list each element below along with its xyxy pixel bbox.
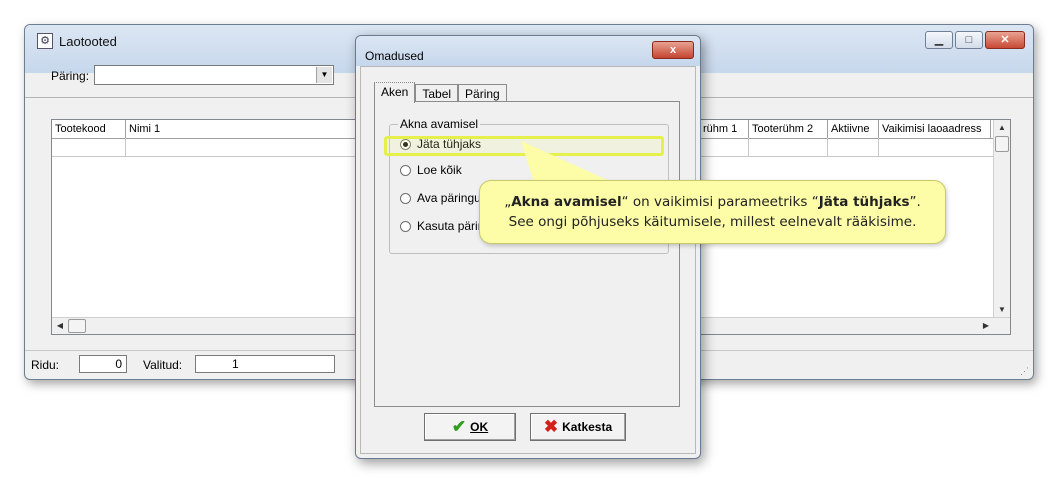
main-window-title: Laotooted — [59, 34, 117, 49]
tab-aken[interactable]: Aken — [374, 82, 416, 103]
table-cell[interactable] — [828, 138, 879, 156]
maximize-icon[interactable]: □ — [955, 31, 983, 49]
ok-label: OK — [470, 420, 489, 434]
chevron-down-icon[interactable]: ▼ — [316, 67, 332, 83]
vertical-scroll-thumb[interactable] — [995, 136, 1009, 152]
selected-label: Valitud: — [143, 358, 183, 372]
table-cell[interactable] — [126, 138, 376, 156]
radio-label: Loe kõik — [417, 163, 462, 177]
callout-line-2: See ongi põhjuseks käitumisele, millest … — [508, 214, 917, 230]
window-controls: ▁ □ ✕ — [925, 31, 1025, 49]
query-label: Päring: — [51, 69, 90, 83]
column-header[interactable]: Tooterühm 2 — [749, 120, 828, 138]
rows-count: 0 — [79, 355, 127, 373]
app-icon: ⚙ — [37, 33, 53, 49]
dialog-buttons: ✔ OK ✖ Katkesta — [424, 413, 626, 441]
column-header[interactable]: Nimi 1 — [126, 120, 376, 138]
properties-dialog: Omadused x Aken Tabel Päring Akna avamis… — [355, 35, 701, 459]
table-cell[interactable] — [52, 138, 126, 156]
radio-button[interactable] — [400, 192, 411, 204]
minimize-icon[interactable]: ▁ — [925, 31, 953, 49]
column-header[interactable]: Vaikimisi laoaadress — [879, 120, 991, 138]
cross-icon: ✖ — [543, 417, 559, 436]
group-label: Akna avamisel — [398, 117, 481, 131]
radio-option[interactable]: Loe kõik — [400, 161, 462, 179]
radio-button[interactable] — [400, 164, 411, 176]
column-header[interactable]: Tootekood — [52, 120, 126, 138]
selected-count: 1 — [195, 355, 335, 373]
cancel-label: Katkesta — [562, 420, 613, 434]
scroll-left-icon[interactable]: ◀ — [52, 318, 68, 334]
callout-line-1: „Akna avamisel“ on vaikimisi parameetrik… — [504, 194, 921, 210]
ok-button[interactable]: ✔ OK — [424, 413, 516, 441]
radio-label: Ava päringu — [417, 191, 481, 205]
dialog-titlebar[interactable]: Omadused x — [356, 36, 700, 66]
checkmark-icon: ✔ — [451, 417, 467, 436]
radio-option[interactable]: Ava päringu — [400, 189, 481, 207]
rows-label: Ridu: — [31, 358, 60, 372]
column-header[interactable]: Aktiivne — [828, 120, 879, 138]
close-icon[interactable]: x — [652, 41, 694, 59]
radio-button[interactable] — [400, 220, 411, 232]
table-cell[interactable] — [879, 138, 996, 156]
resize-grip-icon[interactable]: ⋰ — [1020, 366, 1030, 376]
annotation-callout: „Akna avamisel“ on vaikimisi parameetrik… — [479, 180, 946, 244]
table-cell[interactable] — [749, 138, 828, 156]
radio-label: Kasuta pärin — [417, 219, 485, 233]
column-header[interactable]: rühm 1 — [700, 120, 749, 138]
cancel-button[interactable]: ✖ Katkesta — [530, 413, 626, 441]
scroll-down-icon[interactable]: ▼ — [994, 302, 1010, 318]
horizontal-scroll-thumb[interactable] — [68, 319, 86, 333]
scroll-right-icon[interactable]: ▶ — [978, 318, 994, 334]
close-icon[interactable]: ✕ — [985, 31, 1025, 49]
query-combobox[interactable]: ▼ — [94, 65, 334, 85]
vertical-scrollbar[interactable]: ▲ ▼ — [993, 120, 1010, 318]
radio-option[interactable]: Kasuta pärin — [400, 217, 484, 235]
tab-strip: Aken Tabel Päring — [374, 82, 507, 103]
dialog-title: Omadused — [365, 49, 424, 63]
table-cell[interactable] — [700, 138, 749, 156]
scroll-up-icon[interactable]: ▲ — [994, 120, 1010, 136]
